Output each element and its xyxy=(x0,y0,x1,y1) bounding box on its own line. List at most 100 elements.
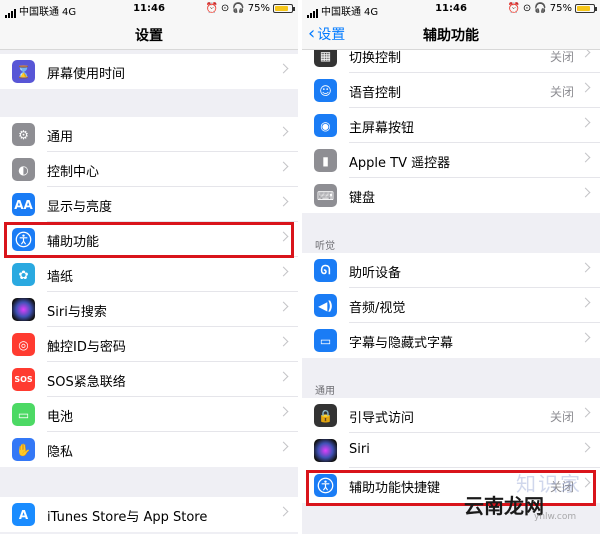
settings-item-privacy[interactable]: ✋ 隐私 xyxy=(0,432,298,467)
alarm-icon: ⏰ xyxy=(507,3,520,14)
page-title: 设置 xyxy=(135,28,163,44)
hand-icon: ✋ xyxy=(12,438,35,461)
settings-item-control-center[interactable]: ◐ 控制中心 xyxy=(0,152,298,187)
text-size-icon: AA xyxy=(12,193,35,216)
settings-item-label: 触控ID与密码 xyxy=(47,340,126,355)
chevron-right-icon xyxy=(278,63,289,74)
settings-item-label: Siri xyxy=(349,442,370,457)
chevron-right-icon xyxy=(580,477,591,488)
settings-item-label: 语音控制 xyxy=(349,86,402,101)
accessibility-item-shortcut[interactable]: 辅助功能快捷键 关闭 xyxy=(302,468,600,503)
accessibility-item-apple-tv-remote[interactable]: ▮ Apple TV 遥控器 xyxy=(302,143,600,178)
sos-icon: SOS xyxy=(12,368,35,391)
accessibility-item-siri[interactable]: Siri xyxy=(302,433,600,468)
item-value: 关闭 xyxy=(549,410,574,424)
lock-rotation-icon: ⊙ xyxy=(220,3,230,14)
accessibility-item-audio-visual[interactable]: ◀) 音频/视觉 xyxy=(302,288,600,323)
chevron-right-icon xyxy=(580,82,591,93)
settings-item-display[interactable]: AA 显示与亮度 xyxy=(0,187,298,222)
accessibility-item-guided-access[interactable]: 🔒 引导式访问 关闭 xyxy=(302,398,600,433)
hourglass-icon: ⌛ xyxy=(12,60,35,83)
gear-icon: ⚙ xyxy=(12,123,35,146)
chevron-right-icon xyxy=(580,117,591,128)
settings-item-accessibility[interactable]: 辅助功能 xyxy=(0,222,298,257)
battery-percent: 75% xyxy=(247,3,270,14)
section-header-hearing: 听觉 xyxy=(315,241,335,252)
chevron-right-icon xyxy=(278,266,289,277)
settings-item-screen-time[interactable]: ⌛ 屏幕使用时间 xyxy=(0,54,298,89)
headphones-icon: 🎧 xyxy=(232,3,245,14)
status-bar: 中国联通 4G 11:46 ⏰ ⊙ 🎧 75% xyxy=(0,0,298,18)
settings-item-label: 辅助功能快捷键 xyxy=(349,481,441,496)
chevron-right-icon xyxy=(580,407,591,418)
settings-item-label: 键盘 xyxy=(349,191,376,206)
item-value: 关闭 xyxy=(549,50,574,64)
item-value: 关闭 xyxy=(549,480,574,494)
voice-control-icon: ☺ xyxy=(314,79,337,102)
accessibility-item-captions[interactable]: ▭ 字幕与隐藏式字幕 xyxy=(302,323,600,358)
settings-item-label: 控制中心 xyxy=(47,165,100,180)
captions-icon: ▭ xyxy=(314,329,337,352)
section-header-general: 通用 xyxy=(315,386,335,397)
nav-bar-overlay: ‹ 设置 辅助功能 xyxy=(302,18,600,50)
accessibility-item-voice-control[interactable]: ☺ 语音控制 关闭 xyxy=(302,73,600,108)
chevron-right-icon xyxy=(278,161,289,172)
home-button-icon: ◉ xyxy=(314,114,337,137)
accessibility-item-hearing-devices[interactable]: ᘏ 助听设备 xyxy=(302,253,600,288)
toggles-icon: ◐ xyxy=(12,158,35,181)
settings-item-label: SOS紧急联络 xyxy=(47,375,126,390)
settings-item-general[interactable]: ⚙ 通用 xyxy=(0,117,298,152)
chevron-right-icon xyxy=(580,187,591,198)
settings-item-label: 助听设备 xyxy=(349,266,402,281)
fingerprint-icon: ◎ xyxy=(12,333,35,356)
chevron-right-icon xyxy=(278,371,289,382)
battery-percent: 75% xyxy=(549,3,572,14)
battery-icon: ▭ xyxy=(12,403,35,426)
accessibility-item-home-button[interactable]: ◉ 主屏幕按钮 xyxy=(302,108,600,143)
battery-icon xyxy=(273,4,295,13)
accessibility-item-keyboard[interactable]: ⌨ 键盘 xyxy=(302,178,600,213)
headphones-icon: 🎧 xyxy=(534,3,547,14)
lock-icon: 🔒 xyxy=(314,404,337,427)
alarm-icon: ⏰ xyxy=(205,3,218,14)
app-store-icon: A xyxy=(12,503,35,526)
nav-bar: 设置 xyxy=(0,18,298,50)
battery-icon xyxy=(575,4,597,13)
keyboard-icon: ⌨ xyxy=(314,184,337,207)
settings-item-label: 辅助功能 xyxy=(47,235,100,250)
ear-icon: ᘏ xyxy=(314,259,337,282)
settings-item-label: 字幕与隐藏式字幕 xyxy=(349,336,454,351)
chevron-right-icon xyxy=(278,406,289,417)
chevron-right-icon xyxy=(278,506,289,517)
lock-rotation-icon: ⊙ xyxy=(522,3,532,14)
settings-item-label: 屏幕使用时间 xyxy=(47,67,126,82)
chevron-right-icon xyxy=(278,126,289,137)
accessibility-icon xyxy=(12,228,35,251)
settings-item-label: 隐私 xyxy=(47,445,74,460)
settings-item-battery[interactable]: ▭ 电池 xyxy=(0,397,298,432)
chevron-right-icon xyxy=(278,301,289,312)
chevron-right-icon xyxy=(580,332,591,343)
settings-item-wallpaper[interactable]: ✿ 墙纸 xyxy=(0,257,298,292)
status-indicators: ⏰ ⊙ 🎧 75% xyxy=(507,3,597,14)
chevron-right-icon xyxy=(278,336,289,347)
siri-icon xyxy=(314,439,337,462)
settings-item-label: Apple TV 遥控器 xyxy=(349,156,451,171)
chevron-right-icon xyxy=(580,297,591,308)
remote-icon: ▮ xyxy=(314,149,337,172)
settings-item-label: 通用 xyxy=(47,130,74,145)
settings-item-label: 主屏幕按钮 xyxy=(349,121,415,136)
settings-item-label: iTunes Store与 App Store xyxy=(47,510,208,525)
settings-item-label: 电池 xyxy=(47,410,74,425)
settings-item-app-store[interactable]: A iTunes Store与 App Store xyxy=(0,497,298,532)
chevron-right-icon xyxy=(580,262,591,273)
watermark-url: ynlw.com xyxy=(534,512,577,522)
settings-item-sos[interactable]: SOS SOS紧急联络 xyxy=(0,362,298,397)
status-indicators: ⏰ ⊙ 🎧 75% xyxy=(205,3,295,14)
chevron-right-icon xyxy=(278,441,289,452)
page-title: 辅助功能 xyxy=(423,28,479,44)
siri-icon xyxy=(12,298,35,321)
settings-panel: 中国联通 4G 11:46 ⏰ ⊙ 🎧 75% 设置 ⌛ 屏幕使用时间 ⚙ 通用… xyxy=(0,0,298,534)
settings-item-touch-id[interactable]: ◎ 触控ID与密码 xyxy=(0,327,298,362)
settings-item-siri[interactable]: Siri与搜索 xyxy=(0,292,298,327)
